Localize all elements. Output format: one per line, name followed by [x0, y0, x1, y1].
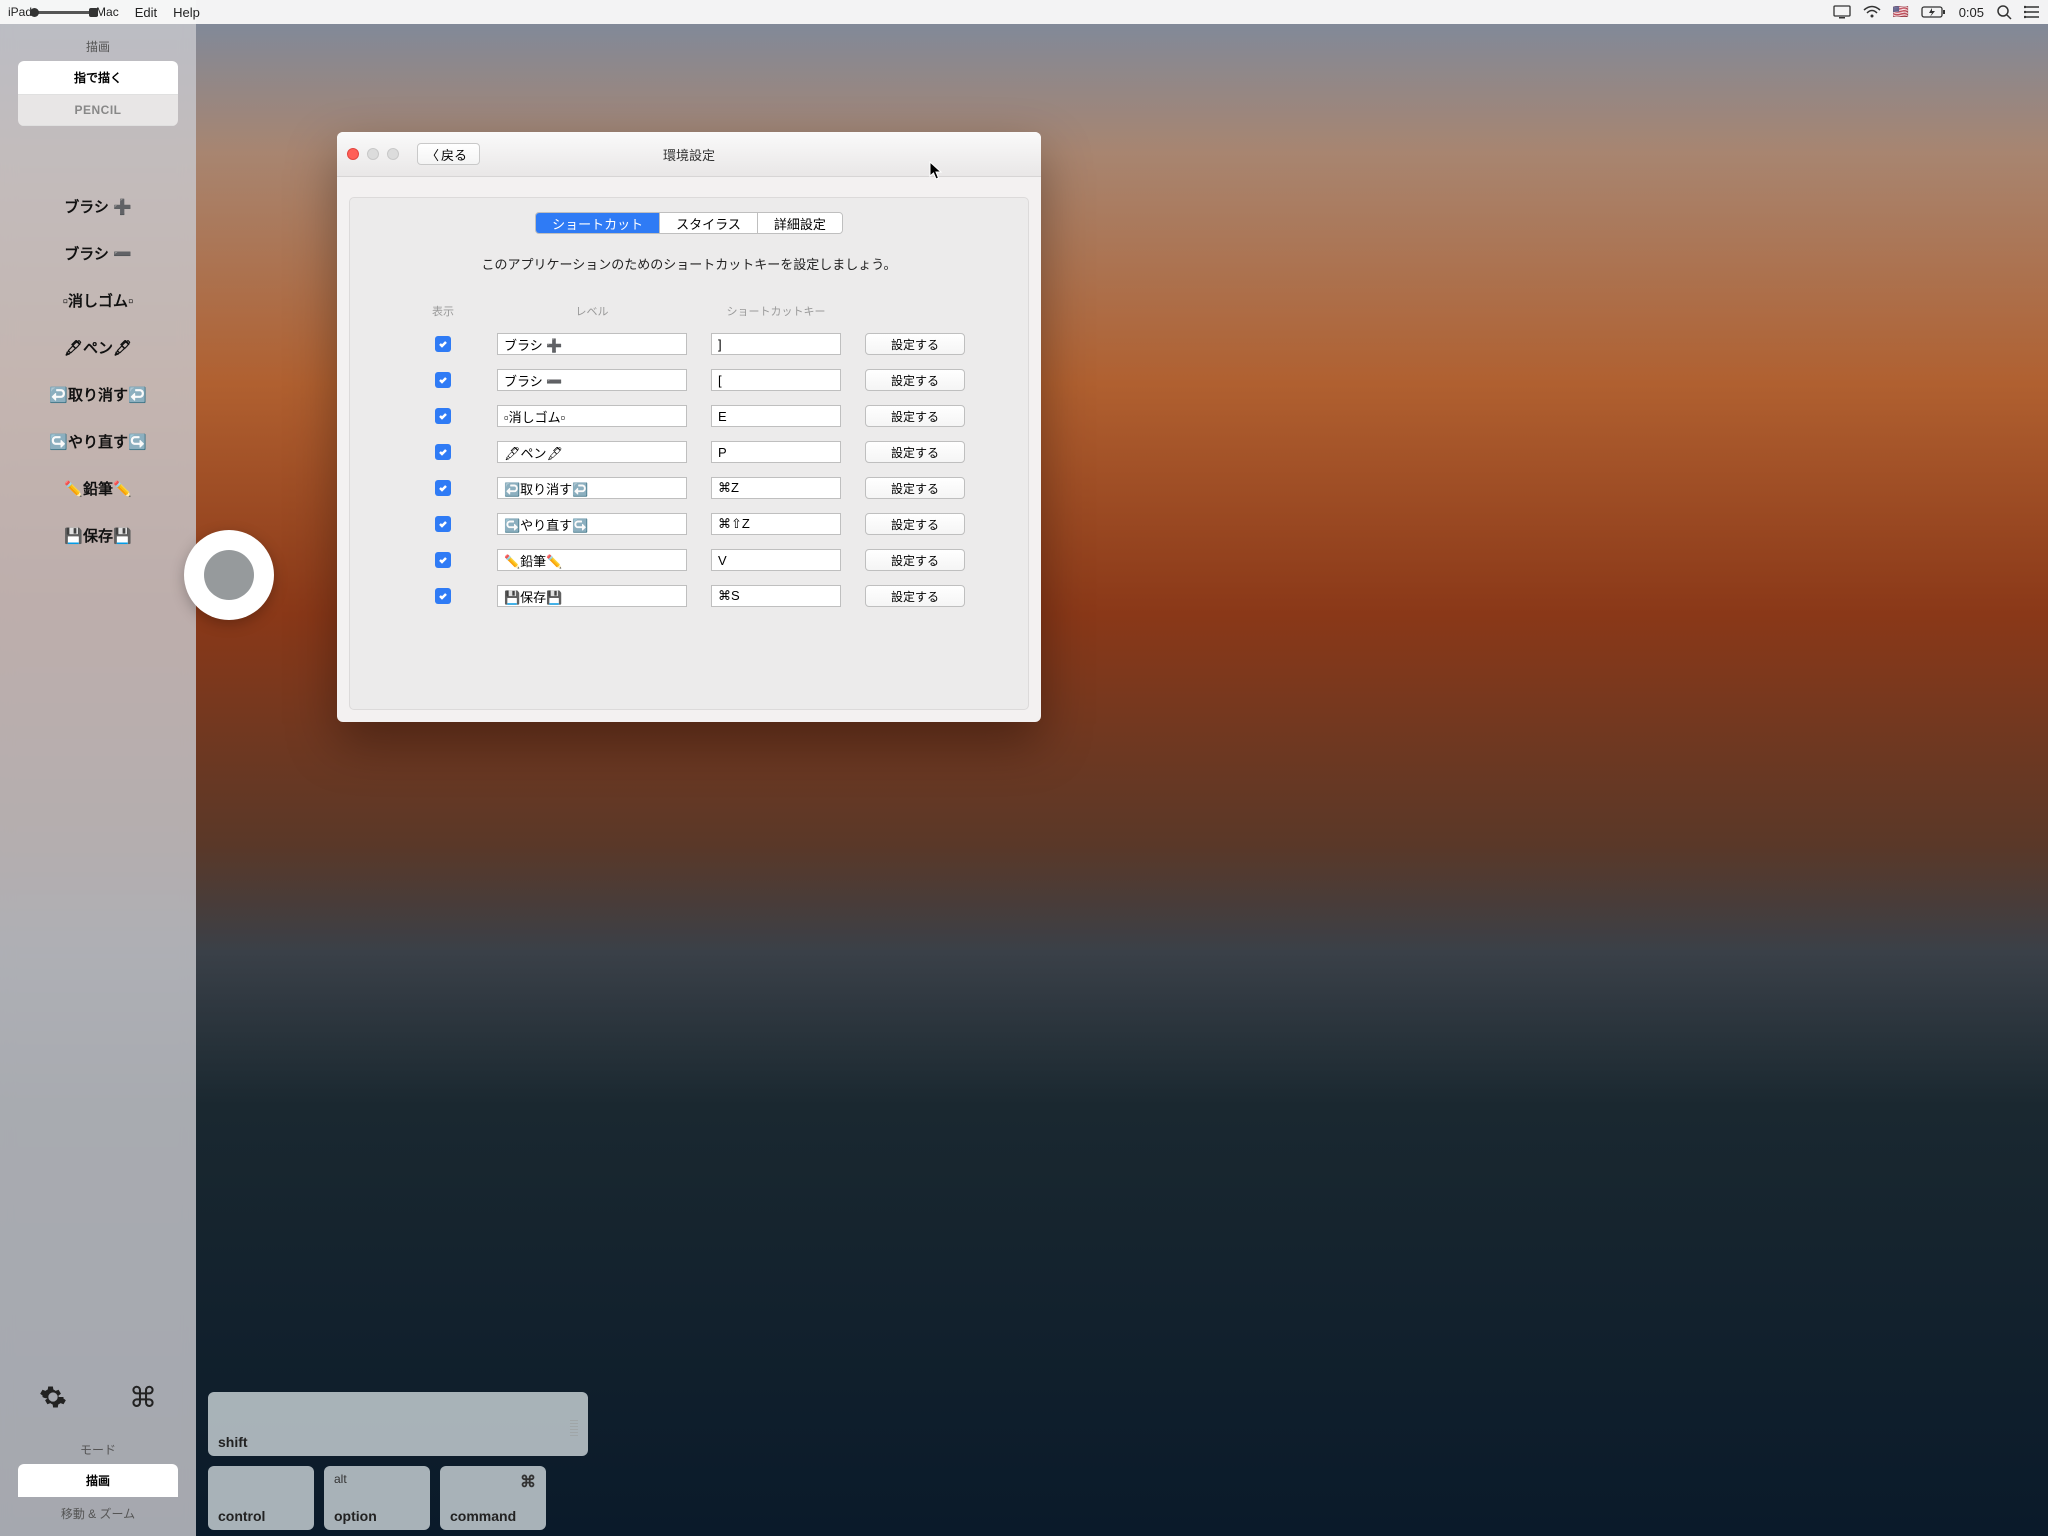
- mode-section-title: モード: [80, 1441, 116, 1458]
- input-mode-group: 指で描く PENCIL: [18, 61, 178, 126]
- preferences-subtitle: このアプリケーションのためのショートカットキーを設定しましょう。: [366, 254, 1012, 273]
- row-key-input[interactable]: E: [711, 405, 841, 427]
- row-checkbox[interactable]: [435, 408, 451, 424]
- key-command-label: command: [450, 1508, 516, 1524]
- col-label: レベル: [497, 303, 687, 319]
- row-label-input[interactable]: ✏️鉛筆✏️: [497, 549, 687, 571]
- row-label-input[interactable]: 🖋ペン🖋: [497, 441, 687, 463]
- ipad-mac-indicator: iPad Mac: [8, 5, 119, 19]
- row-checkbox[interactable]: [435, 552, 451, 568]
- chevron-left-icon: 〈: [426, 145, 439, 164]
- key-control[interactable]: control: [208, 1466, 314, 1530]
- battery-icon[interactable]: [1921, 5, 1947, 19]
- modifier-keypads: shift control alt option ⌘ command: [208, 1392, 588, 1530]
- touch-ring[interactable]: [184, 530, 274, 620]
- gear-icon[interactable]: [8, 1369, 98, 1425]
- tool-redo[interactable]: ↪️やり直す↪️: [49, 431, 146, 452]
- macos-menubar: iPad Mac Edit Help 🇺🇸 0:05: [0, 0, 2048, 24]
- slider-icon[interactable]: [34, 11, 94, 14]
- tab-stylus[interactable]: スタイラス: [660, 213, 758, 233]
- row-set-button[interactable]: 設定する: [865, 333, 965, 355]
- key-control-label: control: [218, 1508, 265, 1524]
- row-key-input[interactable]: ⌘S: [711, 585, 841, 607]
- tool-save[interactable]: 💾保存💾: [64, 525, 131, 546]
- input-flag-icon[interactable]: 🇺🇸: [1893, 4, 1909, 20]
- minimize-icon: [367, 148, 379, 160]
- wifi-icon[interactable]: [1863, 5, 1881, 19]
- preferences-panel: ショートカット スタイラス 詳細設定 このアプリケーションのためのショートカット…: [349, 197, 1029, 710]
- row-key-input[interactable]: P: [711, 441, 841, 463]
- row-label-input[interactable]: ▫消しゴム▫: [497, 405, 687, 427]
- row-label-input[interactable]: ブラシ ➖: [497, 369, 687, 391]
- row-key-input[interactable]: ⌘⇧Z: [711, 513, 841, 535]
- traffic-lights: [347, 148, 399, 160]
- mac-label: Mac: [96, 5, 119, 19]
- spotlight-icon[interactable]: [1996, 4, 2012, 20]
- command-glyph-icon: ⌘: [520, 1472, 536, 1492]
- tab-advanced[interactable]: 詳細設定: [758, 213, 842, 233]
- row-set-button[interactable]: 設定する: [865, 369, 965, 391]
- key-option-label: option: [334, 1508, 377, 1524]
- key-option-alt-label: alt: [334, 1472, 347, 1486]
- row-checkbox[interactable]: [435, 480, 451, 496]
- row-label-input[interactable]: ブラシ ➕: [497, 333, 687, 355]
- ipad-label: iPad: [8, 5, 32, 19]
- tool-list: ブラシ ➕ ブラシ ➖ ▫消しゴム▫ 🖋ペン🖋 ↩️取り消す↩️ ↪️やり直す↪…: [0, 196, 196, 546]
- row-label-input[interactable]: ↪️やり直す↪️: [497, 513, 687, 535]
- window-titlebar[interactable]: 〈 戻る 環境設定: [337, 132, 1041, 177]
- tool-pen[interactable]: 🖋ペン🖋: [64, 337, 132, 358]
- row-key-input[interactable]: [: [711, 369, 841, 391]
- clock[interactable]: 0:05: [1959, 5, 1984, 20]
- col-key: ショートカットキー: [711, 303, 841, 319]
- close-icon[interactable]: [347, 148, 359, 160]
- preferences-tabs: ショートカット スタイラス 詳細設定: [535, 212, 843, 234]
- row-set-button[interactable]: 設定する: [865, 549, 965, 571]
- key-command[interactable]: ⌘ command: [440, 1466, 546, 1530]
- row-key-input[interactable]: ⌘Z: [711, 477, 841, 499]
- finger-draw-button[interactable]: 指で描く: [18, 61, 178, 95]
- zoom-icon: [387, 148, 399, 160]
- row-checkbox[interactable]: [435, 516, 451, 532]
- row-label-input[interactable]: ↩️取り消す↩️: [497, 477, 687, 499]
- tool-sidebar: 描画 指で描く PENCIL ブラシ ➕ ブラシ ➖ ▫消しゴム▫ 🖋ペン🖋 ↩…: [0, 0, 196, 1536]
- tool-brush-minus[interactable]: ブラシ ➖: [64, 243, 132, 264]
- shortcuts-grid: 表示 レベル ショートカットキー ブラシ ➕]設定するブラシ ➖[設定する▫消し…: [366, 303, 1012, 607]
- menu-extras-icon[interactable]: [2024, 5, 2040, 19]
- apple-pencil-button[interactable]: PENCIL: [18, 95, 178, 126]
- mode-movezoom-button[interactable]: 移動 & ズーム: [18, 1497, 178, 1530]
- back-button[interactable]: 〈 戻る: [417, 143, 480, 165]
- row-key-input[interactable]: ]: [711, 333, 841, 355]
- row-set-button[interactable]: 設定する: [865, 513, 965, 535]
- row-checkbox[interactable]: [435, 444, 451, 460]
- row-label-input[interactable]: 💾保存💾: [497, 585, 687, 607]
- row-set-button[interactable]: 設定する: [865, 405, 965, 427]
- col-show: 表示: [413, 303, 473, 319]
- row-set-button[interactable]: 設定する: [865, 441, 965, 463]
- menu-edit[interactable]: Edit: [135, 5, 157, 20]
- menu-help[interactable]: Help: [173, 5, 200, 20]
- preferences-window: 〈 戻る 環境設定 ショートカット スタイラス 詳細設定 このアプリケーションの…: [337, 132, 1041, 722]
- command-icon[interactable]: ⌘: [98, 1369, 188, 1425]
- row-checkbox[interactable]: [435, 588, 451, 604]
- back-button-label: 戻る: [441, 145, 467, 164]
- row-set-button[interactable]: 設定する: [865, 477, 965, 499]
- display-icon[interactable]: [1833, 5, 1851, 19]
- row-key-input[interactable]: V: [711, 549, 841, 571]
- tool-undo[interactable]: ↩️取り消す↩️: [49, 384, 146, 405]
- row-checkbox[interactable]: [435, 372, 451, 388]
- key-shift-label: shift: [218, 1434, 248, 1450]
- row-checkbox[interactable]: [435, 336, 451, 352]
- key-shift[interactable]: shift: [208, 1392, 588, 1456]
- tab-shortcuts[interactable]: ショートカット: [536, 213, 660, 233]
- tool-pencil[interactable]: ✏️鉛筆✏️: [64, 478, 131, 499]
- mode-draw-button[interactable]: 描画: [18, 1464, 178, 1497]
- tool-eraser[interactable]: ▫消しゴム▫: [63, 290, 134, 311]
- row-set-button[interactable]: 設定する: [865, 585, 965, 607]
- tool-brush-plus[interactable]: ブラシ ➕: [64, 196, 132, 217]
- mode-group: 描画 移動 & ズーム: [18, 1464, 178, 1530]
- draw-section-title: 描画: [86, 38, 110, 55]
- key-option[interactable]: alt option: [324, 1466, 430, 1530]
